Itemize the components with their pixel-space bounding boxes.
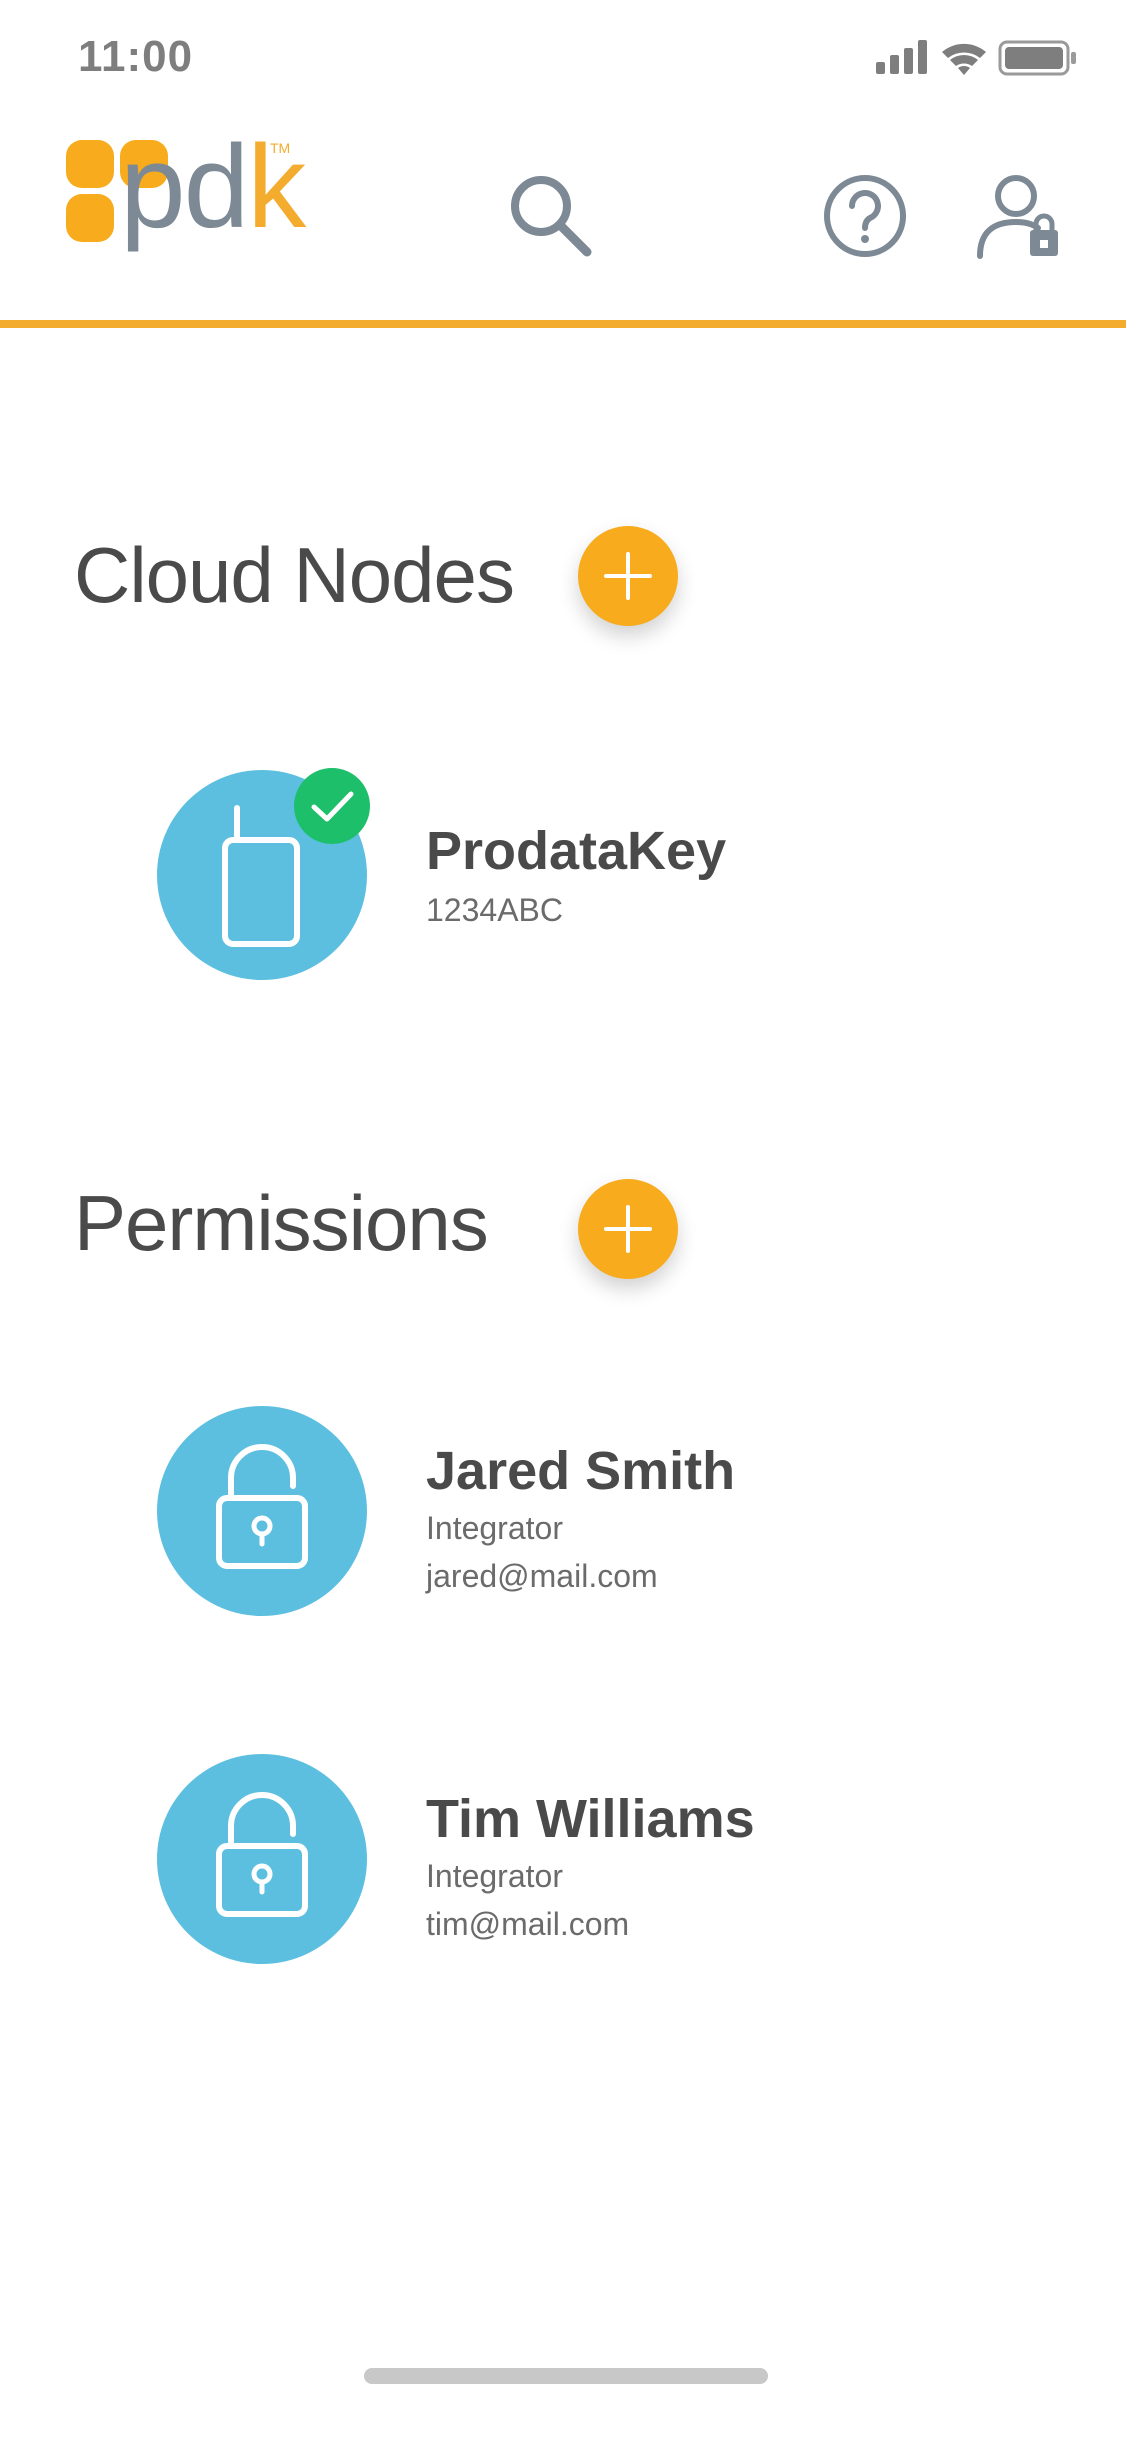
cellular-signal-icon [876,40,927,74]
status-icons [876,38,1086,78]
battery-icon [998,40,1076,76]
plus-icon [604,1205,652,1253]
permission-name: Jared Smith [426,1441,736,1501]
search-icon[interactable] [505,170,595,265]
add-permission-button[interactable] [578,1179,678,1279]
status-bar: 11:00 [0,0,1126,115]
permission-role: Integrator [426,1510,563,1546]
logo-trademark: TM [270,140,291,156]
status-time: 11:00 [78,32,194,81]
permission-role: Integrator [426,1858,563,1894]
app-header: pdk TM [0,115,1126,328]
online-status-badge [294,768,370,844]
permissions-title: Permissions [74,1179,489,1267]
home-indicator[interactable] [364,2368,768,2384]
user-lock-icon[interactable] [974,170,1064,265]
cloud-node-name: ProdataKey [426,821,727,881]
logo-text-pd: pd [120,121,249,253]
help-icon[interactable] [822,173,908,264]
permission-email: jared@mail.com [426,1558,658,1594]
add-cloud-node-button[interactable] [578,526,678,626]
permission-name: Tim Williams [426,1789,755,1849]
permission-email: tim@mail.com [426,1906,630,1942]
wifi-icon [942,43,986,75]
unlock-icon [216,1444,308,1569]
check-icon [311,791,354,822]
cloud-node-id: 1234ABC [426,892,563,928]
plus-icon [604,552,652,600]
cloud-nodes-title: Cloud Nodes [74,531,515,619]
permission-avatar [157,1406,367,1616]
permission-avatar [157,1754,367,1964]
unlock-icon [216,1792,308,1917]
